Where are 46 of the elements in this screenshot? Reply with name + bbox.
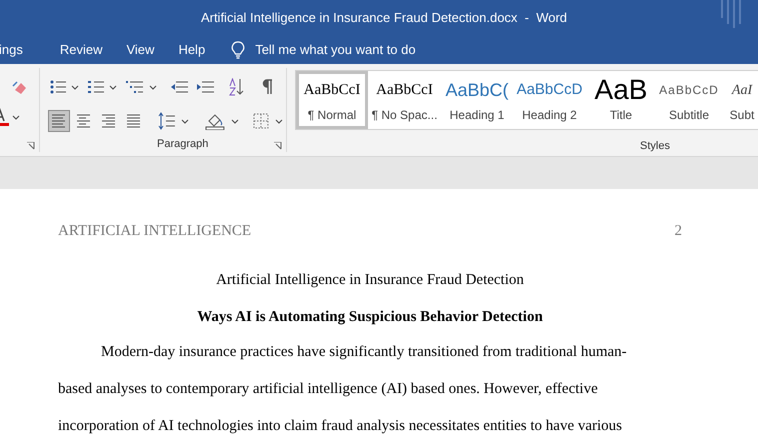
group-label: Styles	[640, 138, 670, 154]
caret-icon[interactable]	[71, 84, 79, 90]
ribbon-tab[interactable]: Help	[166, 40, 218, 60]
style-item[interactable]: AaB Title	[586, 71, 656, 129]
style-item[interactable]: AaBbCcD Heading 2	[513, 71, 586, 129]
style-item[interactable]: AaBbCcD Subtitle	[656, 71, 722, 129]
ribbon-tab[interactable]: View	[114, 40, 166, 60]
caret-icon[interactable]	[231, 118, 240, 124]
document-heading: Ways AI is Automating Suspicious Behavior Detection	[196, 308, 544, 327]
borders-icon[interactable]	[253, 113, 270, 129]
shading-icon[interactable]	[205, 112, 226, 130]
style-item[interactable]: AaI Subt	[722, 71, 758, 129]
dialog-launcher-icon[interactable]	[274, 142, 282, 150]
align-right-icon	[101, 114, 116, 128]
style-item[interactable]: AaBbCcI ¶ Normal	[296, 71, 368, 129]
style-item[interactable]: AaBbCcI ¶ No Spac...	[368, 71, 441, 129]
running-head: ARTIFICIAL INTELLIGENCE	[58, 222, 252, 241]
sort-icon[interactable]	[228, 78, 244, 96]
body-paragraph: Modern-day insurance practices have significantly transitioned from traditional human-based analyses to contemporary artificial intelligence (AI) based ones. However, effective incorporation of AI technologies into claim fraud analysis necessitates entities to have various	[58, 343, 628, 436]
ribbon-tab[interactable]: ings	[0, 40, 48, 60]
multilevel-list-icon[interactable]	[126, 80, 144, 94]
tell-me-field[interactable]: Tell me what you want to do	[255, 40, 416, 60]
dialog-launcher-icon[interactable]	[27, 142, 35, 150]
caret-icon[interactable]	[12, 114, 20, 120]
caret-icon[interactable]	[181, 118, 190, 124]
align-left-icon	[51, 114, 66, 128]
caret-icon[interactable]	[275, 118, 284, 124]
window-title: Artificial Intelligence in Insurance Fraud Detection.docx - Word	[200, 9, 568, 28]
lightbulb-icon[interactable]	[231, 41, 246, 59]
group-label: Paragraph	[157, 136, 208, 152]
caret-icon[interactable]	[109, 84, 117, 90]
caret-icon[interactable]	[149, 84, 157, 90]
bullet-list-icon[interactable]	[50, 80, 66, 94]
numbered-list-icon[interactable]	[88, 80, 104, 94]
pilcrow-icon[interactable]	[262, 79, 274, 95]
align-center-icon	[76, 114, 92, 128]
style-item[interactable]: AaBbC( Heading 1	[441, 71, 513, 129]
document-title: Artificial Intelligence in Insurance Fraud Detection	[215, 271, 525, 290]
decrease-indent-icon[interactable]	[170, 80, 188, 94]
line-spacing-icon[interactable]	[158, 112, 176, 130]
eraser-icon[interactable]	[12, 80, 28, 96]
justify-icon	[126, 114, 142, 128]
ribbon-tab[interactable]: Review	[48, 40, 114, 60]
page-number: 2	[674, 222, 682, 241]
align-button[interactable]	[48, 110, 70, 132]
increase-indent-icon[interactable]	[196, 80, 214, 94]
